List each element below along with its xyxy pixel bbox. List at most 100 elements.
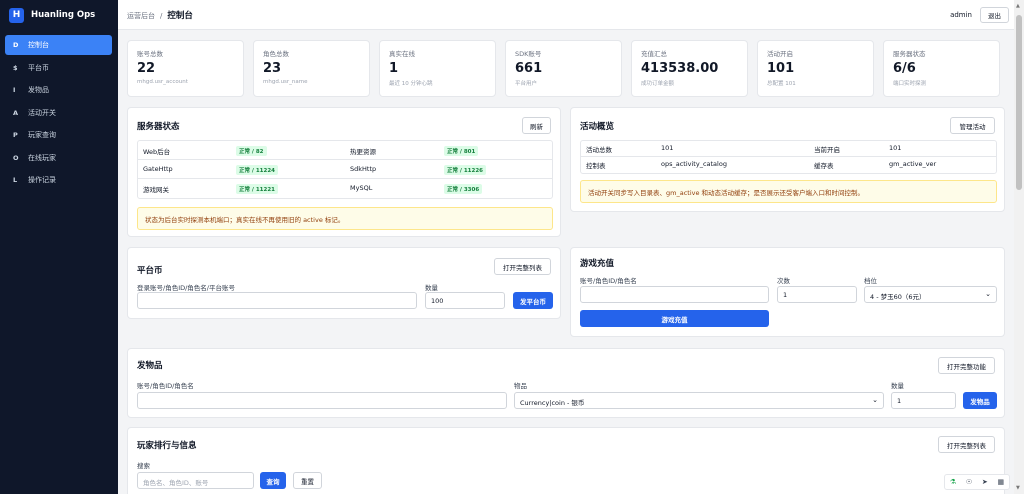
item-qty-input[interactable]: 1 (891, 392, 956, 409)
stat-value: 23 (263, 61, 282, 76)
card-title: 活动概览 (580, 122, 615, 132)
platform-coin-card: 平台币 打开完整列表 登录账号/角色ID/角色名/平台账号 数量 100 发平台… (127, 247, 561, 319)
game-recharge-button[interactable]: 游戏充值 (580, 310, 769, 327)
send-coin-button[interactable]: 发平台币 (513, 292, 553, 309)
sidebar-item-label: 玩家查询 (28, 131, 56, 139)
item-select[interactable]: Currency|coin - 银币 ⌄ (514, 392, 884, 409)
send-icon[interactable]: ➤ (982, 478, 988, 486)
stats-row: 账号总数 22 mhgd.usr_account 角色总数 23 mhgd.usr_na… (127, 40, 1000, 97)
dashboard-icon: D (13, 41, 19, 49)
stat-card: 角色总数 23 mhgd.usr_name (253, 40, 370, 97)
stat-label: 服务器状态 (893, 50, 926, 58)
manage-activity-button[interactable]: 管理活动 (950, 117, 995, 134)
breadcrumb-separator: / (160, 11, 163, 20)
activity-value: gm_active_ver (889, 160, 937, 168)
send-item-button[interactable]: 发物品 (963, 392, 997, 409)
table-row: GateHttp 正常 / 11224 SdkHttp 正常 / 11226 (138, 160, 552, 179)
item-account-input[interactable] (137, 392, 507, 409)
stat-card: 真实在线 1 最近 10 分钟心跳 (379, 40, 496, 97)
sidebar-item-label: 操作记录 (28, 176, 56, 184)
logout-button[interactable]: 退出 (980, 7, 1009, 23)
query-button[interactable]: 查询 (260, 472, 286, 489)
reset-button[interactable]: 重置 (293, 472, 322, 489)
online-icon: O (13, 153, 19, 162)
tier-label: 档位 (864, 277, 877, 285)
server-status-table: Web后台 正常 / 82 热更资源 正常 / 801 GateHttp 正常 / 11… (137, 140, 553, 199)
activity-table: 活动总数 101 当前开启 101 控制表 ops_activity_catalog 缓存… (580, 140, 997, 174)
server-name: GateHttp (143, 165, 173, 173)
stat-value: 22 (137, 61, 156, 76)
search-input[interactable]: 角色名、角色ID、账号 (137, 472, 254, 489)
account-label: 账号/角色ID/角色名 (580, 277, 637, 285)
stat-value: 6/6 (893, 61, 916, 76)
stat-value: 413538.00 (641, 61, 719, 76)
page-title: 控制台 (167, 10, 193, 21)
stat-hint: mhgd.usr_name (263, 79, 308, 85)
current-user: admin (950, 11, 972, 19)
player-ranking-card: 玩家排行与信息 打开完整列表 搜索 角色名、角色ID、账号 查询 重置 (127, 427, 1005, 494)
account-label: 账号/角色ID/角色名 (137, 382, 194, 390)
stat-label: 真实在线 (389, 50, 415, 58)
log-icon: L (13, 176, 18, 184)
stat-value: 101 (767, 61, 795, 76)
sidebar-item-player-query[interactable]: P 玩家查询 (5, 125, 112, 145)
status-badge: 正常 / 11224 (236, 165, 278, 175)
item-icon: I (13, 86, 16, 94)
sidebar-item-label: 平台币 (28, 63, 49, 72)
amount-label: 数量 (425, 284, 438, 292)
chevron-down-icon: ⌄ (872, 396, 878, 404)
server-name: SdkHttp (350, 165, 377, 173)
breadcrumb-parent[interactable]: 运营后台 (127, 12, 155, 20)
stat-label: SDK账号 (515, 50, 542, 58)
open-item-full-button[interactable]: 打开完整功能 (938, 357, 995, 374)
stat-label: 活动开启 (767, 50, 793, 58)
scroll-up-icon[interactable]: ▲ (1016, 3, 1020, 9)
sidebar-item-label: 发物品 (28, 86, 49, 94)
brand[interactable]: H Huanling Ops (0, 0, 118, 30)
activity-key: 控制表 (586, 162, 606, 170)
refresh-button[interactable]: 刷新 (522, 117, 551, 134)
card-title: 平台币 (137, 266, 163, 276)
sidebar-item-send-item[interactable]: I 发物品 (5, 80, 112, 100)
sidebar-item-activity-switch[interactable]: A 活动开关 (5, 103, 112, 123)
stat-card: SDK账号 661 平台用户 (505, 40, 622, 97)
coin-account-input[interactable] (137, 292, 417, 309)
card-title: 发物品 (137, 361, 163, 371)
grid-icon[interactable]: ▦ (998, 478, 1005, 486)
activity-overview-card: 活动概览 管理活动 活动总数 101 当前开启 101 控制表 ops_activity… (570, 107, 1005, 212)
sidebar-item-online-players[interactable]: O 在线玩家 (5, 148, 112, 168)
page-scrollbar[interactable]: ▲ ▼ (1014, 0, 1024, 494)
recharge-tier-select[interactable]: 4 - 梦玉60（6元） ⌄ (864, 286, 997, 303)
activity-key: 活动总数 (586, 146, 612, 154)
stat-hint: 平台用户 (515, 81, 538, 87)
stat-hint: 总配置 101 (767, 81, 796, 87)
activity-key: 当前开启 (814, 146, 840, 154)
sidebar-item-dashboard[interactable]: D 控制台 (5, 35, 112, 55)
assistant-icon[interactable]: ⚗ (950, 478, 956, 486)
sidebar-item-operation-log[interactable]: L 操作记录 (5, 170, 112, 190)
table-row: 控制表 ops_activity_catalog 缓存表 gm_active_ver (581, 157, 996, 173)
stat-card: 充值汇总 413538.00 成功订单金额 (631, 40, 748, 97)
floating-toolbar: ⚗ ☉ ➤ ▦ (944, 474, 1010, 490)
scrollbar-thumb[interactable] (1016, 15, 1022, 190)
activity-value: ops_activity_catalog (661, 160, 727, 168)
account-label: 登录账号/角色ID/角色名/平台账号 (137, 284, 235, 292)
recharge-account-input[interactable] (580, 286, 769, 303)
server-name: MySQL (350, 184, 373, 192)
card-title: 游戏充值 (580, 259, 615, 269)
coin-amount-input[interactable]: 100 (425, 292, 505, 309)
status-badge: 正常 / 801 (444, 146, 479, 156)
recharge-times-input[interactable]: 1 (777, 286, 857, 303)
status-badge: 正常 / 11226 (444, 165, 486, 175)
table-row: 游戏网关 正常 / 11221 MySQL 正常 / 3306 (138, 179, 552, 198)
open-ranking-list-button[interactable]: 打开完整列表 (938, 436, 995, 453)
server-name: Web后台 (143, 148, 171, 156)
status-badge: 正常 / 82 (236, 146, 267, 156)
chevron-down-icon: ⌄ (985, 290, 991, 298)
scroll-down-icon[interactable]: ▼ (1016, 485, 1020, 491)
stat-label: 角色总数 (263, 50, 289, 58)
microphone-icon[interactable]: ☉ (966, 478, 972, 486)
stat-label: 充值汇总 (641, 50, 667, 58)
sidebar-item-platform-coin[interactable]: $ 平台币 (5, 58, 112, 78)
open-coin-list-button[interactable]: 打开完整列表 (494, 258, 551, 275)
